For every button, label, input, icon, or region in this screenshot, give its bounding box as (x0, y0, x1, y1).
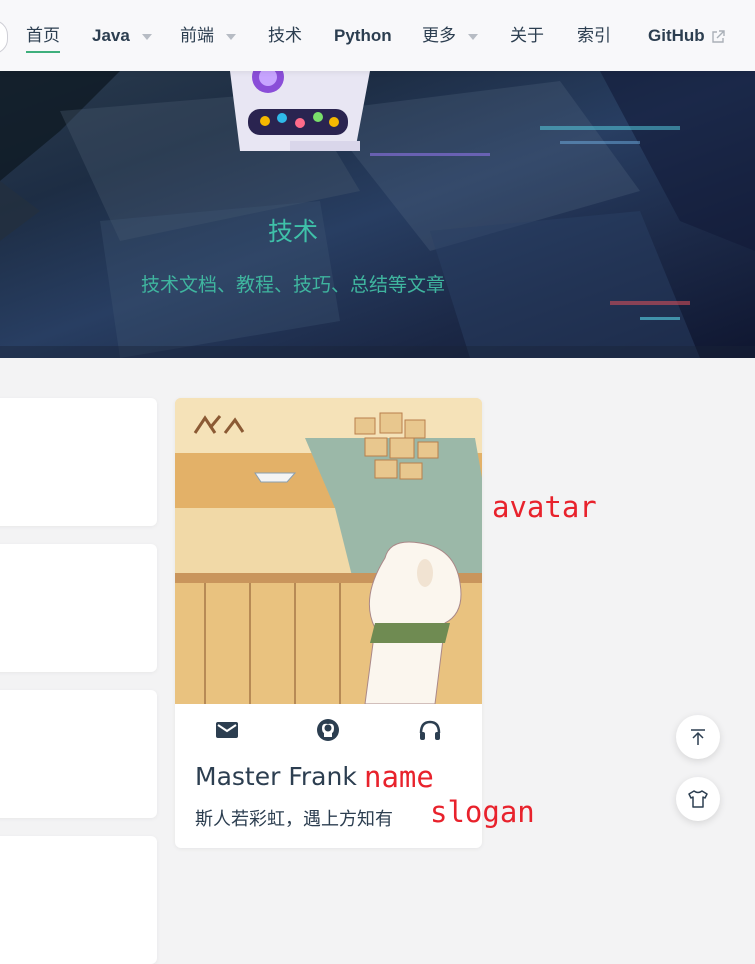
email-icon (216, 722, 238, 738)
nav-item-label: Python (334, 26, 392, 45)
annotation-slogan: slogan (430, 795, 535, 829)
post-card[interactable] (0, 836, 157, 964)
caret-down-icon (468, 33, 478, 40)
nav-item-label: Java (92, 26, 130, 45)
theme-button[interactable] (676, 777, 720, 821)
caret-down-icon (226, 33, 236, 40)
blogger-name: Master Frank (195, 762, 357, 791)
annotation-avatar: avatar (492, 490, 597, 524)
nav-item-index[interactable]: 索引 (577, 22, 611, 50)
search-box[interactable] (0, 20, 8, 54)
back-to-top-button[interactable] (676, 715, 720, 759)
nav-item-github[interactable]: GitHub (648, 22, 725, 50)
avatar-illustration (175, 398, 482, 704)
social-links (175, 716, 482, 744)
nav-item-more[interactable]: 更多 (422, 22, 478, 50)
post-card[interactable] (0, 398, 157, 526)
nav-item-tech[interactable]: 技术 (268, 22, 302, 50)
nav-item-label: 索引 (577, 26, 611, 46)
theme-shirt-icon (688, 790, 708, 808)
caret-down-icon (141, 33, 152, 40)
nav-item-label: 首页 (26, 26, 60, 46)
music-link[interactable] (416, 716, 444, 744)
headphones-icon (419, 720, 441, 740)
nav-item-label: 关于 (510, 26, 544, 46)
blogger-slogan: 斯人若彩虹，遇上方知有 (195, 809, 393, 830)
nav-item-home[interactable]: 首页 (26, 22, 60, 53)
nav-item-java[interactable]: Java (92, 22, 152, 50)
github-icon (317, 719, 339, 741)
nav-item-frontend[interactable]: 前端 (180, 22, 236, 50)
nav-item-python[interactable]: Python (334, 22, 392, 50)
annotation-name: name (364, 760, 434, 794)
hero-banner: 技术 技术文档、教程、技巧、总结等文章 (0, 71, 755, 358)
hero-title: 技术 (267, 217, 318, 246)
avatar (175, 398, 482, 704)
hero-subtitle: 技术文档、教程、技巧、总结等文章 (140, 274, 445, 296)
nav-item-label: GitHub (648, 26, 705, 45)
nav-item-label: 更多 (422, 26, 456, 46)
external-link-icon (711, 29, 725, 43)
nav-item-about[interactable]: 关于 (510, 22, 544, 50)
email-link[interactable] (213, 716, 241, 744)
github-link[interactable] (314, 716, 342, 744)
post-card[interactable] (0, 690, 157, 818)
blogger-profile-card: Master Frank 斯人若彩虹，遇上方知有 (175, 398, 482, 848)
top-navbar: 首页 Java 前端 技术 Python 更多 关于 索引 GitHub (0, 0, 755, 71)
nav-item-label: 前端 (180, 26, 214, 46)
post-card[interactable] (0, 544, 157, 672)
back-to-top-icon (691, 729, 705, 745)
nav-item-label: 技术 (268, 26, 302, 46)
